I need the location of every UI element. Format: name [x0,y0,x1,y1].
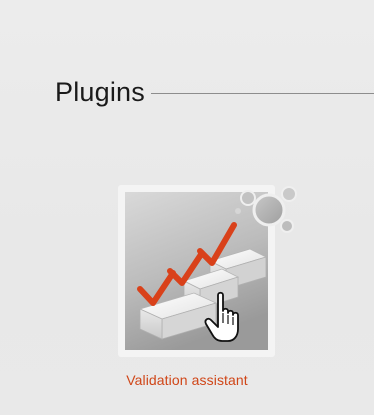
validation-assistant-icon[interactable] [118,185,308,357]
bubble-small-1 [240,190,256,206]
bubble-small-3 [280,219,294,233]
section-header: Plugins [55,72,374,112]
bubble-large [252,193,286,227]
section-divider [150,92,374,94]
section-title: Plugins [55,76,145,107]
plugin-tile-validation-assistant[interactable] [118,185,297,357]
plugin-label-validation-assistant[interactable]: Validation assistant [0,372,374,388]
bubble-tiny [235,208,241,214]
plugins-panel: Plugins Validation assistant [0,0,374,415]
bubble-small-2 [281,186,297,202]
